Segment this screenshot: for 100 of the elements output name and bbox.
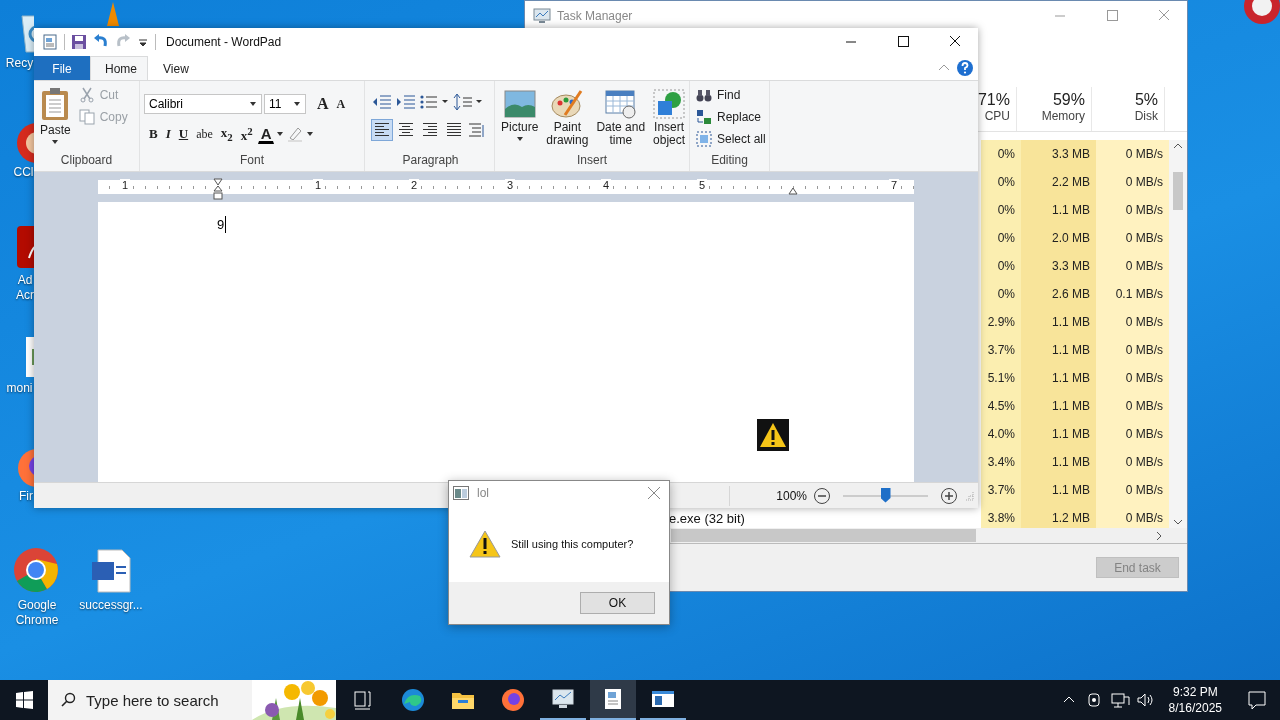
sub-button[interactable]: x$_{2}$ (217, 123, 236, 145)
table-cell: 0% (981, 224, 1021, 252)
resize-grip-icon[interactable] (964, 490, 974, 501)
desktop-icon-label[interactable]: CCl (13, 165, 34, 180)
window-icon (453, 486, 469, 500)
chrome-icon[interactable] (13, 547, 59, 593)
table-cell: 1.1 MB (1021, 308, 1096, 336)
table-cell: 3.8% (981, 504, 1021, 528)
scrollbar[interactable] (1169, 140, 1187, 528)
table-cell: 3.3 MB (1021, 140, 1096, 168)
strike-button[interactable]: abe (193, 123, 216, 145)
italic-button[interactable]: I (162, 123, 174, 145)
calendar-icon (604, 89, 637, 119)
table-cell: 0 MB/s (1096, 364, 1169, 392)
save-icon[interactable] (71, 34, 87, 50)
underline-button[interactable]: U (175, 123, 192, 145)
table-cell: 3.7% (981, 336, 1021, 364)
zoom-out-icon[interactable] (813, 486, 831, 505)
window-title: Document - WordPad (166, 35, 282, 49)
close-button[interactable] (647, 486, 661, 500)
zoom-in-icon[interactable] (940, 486, 958, 505)
paint-button[interactable]: Paint drawing (544, 85, 591, 153)
table-cell: 0 MB/s (1096, 168, 1169, 196)
select-button[interactable]: Select all (694, 129, 768, 149)
table-cell: 1.1 MB (1021, 392, 1096, 420)
column-header[interactable]: 71% CPU (977, 87, 1016, 131)
align-left-icon (374, 122, 390, 136)
font-name-field[interactable]: Calibri (144, 94, 262, 114)
table-cell: 0 MB/s (1096, 476, 1169, 504)
table-cell: 0 MB/s (1096, 336, 1169, 364)
caret-icon (515, 136, 524, 142)
wordpad-taskbar-button[interactable] (590, 680, 636, 720)
help-icon[interactable] (956, 59, 974, 77)
table-cell: 2.2 MB (1021, 168, 1096, 196)
table-cell: 1.1 MB (1021, 196, 1096, 224)
desktop-icon-label[interactable]: moni (5, 381, 34, 396)
scroll-thumb[interactable] (1173, 172, 1183, 210)
palette-icon (551, 89, 584, 119)
wordpad-icon[interactable] (42, 34, 58, 50)
desktop-icon-label[interactable]: Ad Acr (16, 273, 34, 303)
ok-button[interactable]: OK (580, 592, 655, 614)
file-tab[interactable]: File (34, 56, 90, 80)
desktop-icon-label[interactable]: Fir (18, 489, 34, 504)
dialog-message: Still using this computer? (511, 537, 634, 550)
font-size-field[interactable]: 11 (264, 94, 306, 114)
ribbon-tab[interactable]: View (148, 56, 204, 80)
paste-button[interactable]: Paste (38, 85, 73, 153)
picture-button[interactable]: Picture (499, 85, 541, 153)
clock[interactable]: 9:32 PM 8/16/2025 (1160, 684, 1230, 716)
table-cell: 5.1% (981, 364, 1021, 392)
table-cell: 2.0 MB (1021, 224, 1096, 252)
table-cell: 0.1 MB/s (1096, 280, 1169, 308)
select-all-icon (696, 131, 712, 147)
increase-indent-icon[interactable] (395, 93, 417, 111)
warning-icon (469, 529, 501, 558)
shrink-font-button[interactable]: A (333, 93, 349, 115)
decrease-indent-icon[interactable] (371, 93, 393, 111)
binoculars-icon (696, 87, 712, 103)
find-button[interactable]: Find (694, 85, 768, 105)
replace-button[interactable]: Replace (694, 107, 768, 127)
slider-thumb[interactable] (880, 487, 891, 503)
table-cell: 1.1 MB (1021, 476, 1096, 504)
indent-marker-icon[interactable] (213, 178, 223, 200)
search-field[interactable]: Type here to search (48, 680, 252, 720)
ruler-number: 2 (409, 179, 420, 191)
app-icon[interactable] (14, 224, 34, 270)
font-color-button[interactable]: A (257, 124, 275, 144)
sup-button[interactable]: x$^{2}$ (237, 123, 256, 145)
line-spacing-icon[interactable] (453, 93, 485, 111)
column-header[interactable]: 5% Disk (1134, 87, 1164, 131)
document-page[interactable]: 9 (98, 202, 914, 482)
column-header[interactable]: 59% Memory (1041, 87, 1091, 131)
object-button[interactable]: Insert object (651, 85, 688, 153)
network-icon[interactable] (1108, 691, 1131, 709)
table-cell: 0% (981, 252, 1021, 280)
ruler-number: 3 (505, 179, 516, 191)
right-indent-marker-icon[interactable] (788, 187, 798, 195)
table-cell: 0 MB/s (1096, 224, 1169, 252)
caret-icon[interactable] (276, 131, 285, 137)
ruler-number: 4 (601, 179, 612, 191)
bullet-list-icon[interactable] (419, 93, 451, 111)
ruler-number: 1 (313, 179, 324, 191)
table-cell: 1.1 MB (1021, 448, 1096, 476)
table-cell: 0 MB/s (1096, 196, 1169, 224)
ruler[interactable]: 1 1 2 3 4 5 7 (98, 180, 914, 194)
table-cell: 1.1 MB (1021, 364, 1096, 392)
process-name: e.exe (32 bit) (669, 510, 745, 526)
caret-icon[interactable] (306, 131, 315, 137)
table-cell: 3.3 MB (1021, 252, 1096, 280)
table-cell: 0 MB/s (1096, 140, 1169, 168)
desktop-icon-label[interactable]: Recy (5, 56, 34, 71)
bold-button[interactable]: B (146, 123, 161, 145)
ribbon-tab[interactable]: Home (90, 56, 148, 80)
date-button[interactable]: Date and time (594, 85, 648, 153)
table-cell: 0% (981, 168, 1021, 196)
caret-icon (249, 101, 257, 107)
ruler-number: 5 (697, 179, 708, 191)
grow-font-button[interactable]: A (314, 93, 332, 115)
align-left-button[interactable] (371, 119, 393, 141)
ruler-number: 7 (889, 179, 900, 191)
